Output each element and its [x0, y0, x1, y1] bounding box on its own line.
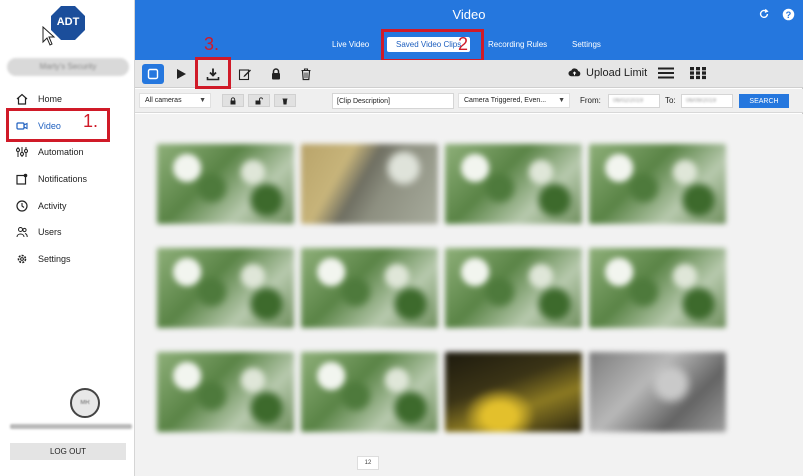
users-icon	[16, 226, 28, 238]
filter-locked-button[interactable]	[222, 94, 244, 107]
video-clip-thumbnail[interactable]	[301, 352, 438, 432]
video-clip-thumbnail[interactable]	[157, 144, 294, 224]
mouse-cursor-icon	[42, 26, 56, 46]
delete-button[interactable]	[295, 64, 317, 84]
sidebar-item-notifications[interactable]: Notifications	[0, 166, 134, 193]
help-icon[interactable]: ?	[781, 7, 795, 21]
filter-bar: All cameras ▼ [Clip Description] Camera …	[135, 89, 803, 113]
sidebar-item-settings[interactable]: Settings	[0, 246, 134, 273]
automation-icon	[16, 146, 28, 158]
annotation-step-2: 2	[458, 34, 469, 54]
from-label: From:	[580, 96, 601, 105]
trigger-type-value: Camera Triggered, Even...	[464, 97, 547, 104]
video-clip-thumbnail[interactable]	[157, 248, 294, 328]
upload-limit-button[interactable]: Upload Limit	[568, 66, 647, 79]
annotation-step-3: 3.	[204, 34, 220, 54]
camera-select-value: All cameras	[145, 97, 182, 104]
sidebar-item-label: Settings	[38, 253, 71, 264]
sidebar-item-label: Users	[38, 227, 62, 238]
account-name-badge: Marty's Security	[7, 58, 129, 76]
account-name: Marty's Security	[39, 62, 97, 71]
grid-view-button[interactable]	[687, 63, 709, 83]
clip-description-input[interactable]: [Clip Description]	[332, 93, 454, 109]
tab-live-video[interactable]: Live Video	[332, 40, 369, 49]
sidebar-item-label: Automation	[38, 147, 84, 158]
lock-icon	[272, 68, 280, 80]
lock-icon	[230, 96, 236, 104]
tab-settings[interactable]: Settings	[572, 40, 601, 49]
sidebar-item-automation[interactable]: Automation	[0, 139, 134, 166]
to-date-value: 06/09/2019	[686, 98, 717, 104]
filter-unlocked-button[interactable]	[248, 94, 270, 107]
sidebar-item-label: Home	[38, 94, 63, 105]
play-icon	[177, 69, 186, 79]
clip-grid	[157, 144, 726, 432]
edit-pencil-icon	[238, 69, 251, 81]
upload-limit-label: Upload Limit	[586, 66, 648, 79]
list-view-button[interactable]	[655, 63, 677, 83]
video-clip-thumbnail[interactable]	[589, 144, 726, 224]
chevron-down-icon: ▼	[558, 97, 565, 104]
trigger-type-select[interactable]: Camera Triggered, Even... ▼	[458, 93, 570, 108]
trash-icon	[301, 68, 311, 81]
sidebar-item-label: Activity	[38, 200, 67, 211]
sidebar-item-activity[interactable]: Activity	[0, 192, 134, 219]
logout-button[interactable]: LOG OUT	[10, 443, 126, 460]
select-all-button[interactable]	[142, 64, 164, 84]
home-icon	[16, 93, 28, 105]
checkbox-icon	[147, 68, 159, 80]
annotation-box-saved-clips	[381, 29, 484, 62]
clips-area: 12	[135, 114, 803, 476]
edit-button[interactable]	[234, 64, 256, 84]
chevron-down-icon: ▼	[199, 97, 206, 104]
avatar-initials: MR	[80, 400, 90, 406]
sidebar-item-users[interactable]: Users	[0, 219, 134, 246]
from-date-value: 06/02/2019	[613, 98, 644, 104]
tab-recording-rules[interactable]: Recording Rules	[488, 40, 547, 49]
annotation-box-download	[195, 57, 231, 89]
grid-view-icon	[690, 67, 706, 80]
lock-button[interactable]	[265, 64, 287, 84]
video-clip-thumbnail[interactable]	[589, 352, 726, 432]
avatar[interactable]: MR	[70, 388, 100, 418]
activity-clock-icon	[16, 200, 28, 212]
camera-select[interactable]: All cameras ▼	[139, 93, 211, 108]
video-clip-thumbnail[interactable]	[445, 144, 582, 224]
refresh-icon[interactable]	[757, 7, 771, 21]
sidebar-item-label: Notifications	[38, 174, 88, 185]
to-label: To:	[665, 96, 676, 105]
video-clip-thumbnail[interactable]	[301, 144, 438, 224]
play-button[interactable]	[170, 64, 192, 84]
clip-description-placeholder: [Clip Description]	[337, 97, 390, 105]
clip-count: 12	[357, 456, 379, 470]
to-date-input[interactable]: 06/09/2019	[681, 94, 733, 108]
video-clip-thumbnail[interactable]	[445, 352, 582, 432]
trash-icon	[282, 98, 288, 104]
filter-deleted-button[interactable]	[274, 94, 296, 107]
sidebar: ADT Marty's Security Home Video Automati…	[0, 0, 135, 476]
video-clip-thumbnail[interactable]	[301, 248, 438, 328]
unlock-icon	[255, 96, 263, 104]
svg-text:?: ?	[785, 9, 791, 19]
page-title: Video	[452, 7, 486, 22]
video-clip-thumbnail[interactable]	[589, 248, 726, 328]
clip-toolbar: Upload Limit	[135, 60, 803, 88]
annotation-step-1: 1.	[83, 111, 99, 131]
gear-icon	[16, 253, 28, 265]
user-email	[10, 424, 132, 429]
video-clip-thumbnail[interactable]	[157, 352, 294, 432]
from-date-input[interactable]: 06/02/2019	[608, 94, 660, 108]
notification-icon	[16, 173, 28, 185]
video-clip-thumbnail[interactable]	[445, 248, 582, 328]
header-icons: ?	[757, 7, 795, 21]
list-view-icon	[658, 67, 674, 79]
search-button[interactable]: SEARCH	[739, 94, 789, 108]
cloud-upload-icon	[568, 68, 581, 77]
